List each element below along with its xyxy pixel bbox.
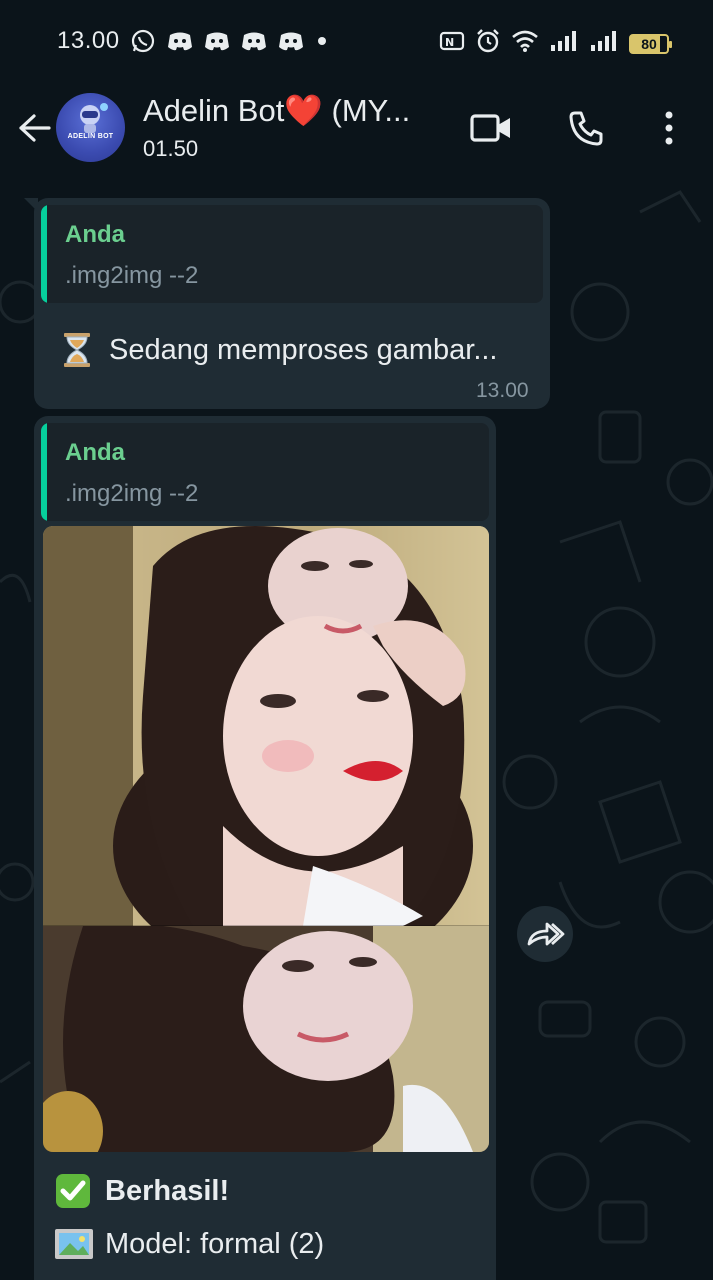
voice-call-button[interactable] [564,106,608,150]
message-text-line: Model: formal (2) [54,1225,324,1263]
svg-text:N: N [445,36,454,49]
system-icons: N 80 [439,28,672,59]
message-text: Sedang memproses gambar... [109,333,498,366]
image-top-panel [43,526,489,976]
signal-icon [589,30,619,57]
whatsapp-icon [130,28,156,59]
dot-icon [315,34,329,53]
message-text: Model: formal (2) [105,1227,325,1260]
voice-call-icon [569,111,603,146]
check-mark-icon [54,1172,92,1210]
message-text-line: Berhasil! [54,1172,229,1210]
bubble-tail [24,198,38,212]
more-options-button[interactable] [647,106,691,150]
quote-author: Anda [65,439,125,466]
message-text: Berhasil! [105,1174,230,1207]
forward-icon [527,922,565,946]
more-options-icon [665,111,673,145]
quote-accent-bar [41,423,47,521]
forward-button[interactable] [517,906,573,962]
battery-indicator: 80 [629,33,672,54]
video-call-button[interactable] [469,106,513,150]
notification-icons [130,28,329,59]
quote-author: Anda [65,221,125,248]
contact-name[interactable]: Adelin Bot❤️ (MY... [143,92,410,129]
nfc-icon: N [439,30,465,57]
contact-status: 01.50 [143,136,199,161]
discord-icon [278,30,304,57]
avatar[interactable]: ADELIN BOT [56,93,125,162]
quote-accent-bar [41,205,47,303]
discord-icon [241,30,267,57]
chat-area[interactable]: Anda .img2img --2 Sedang memproses gamba… [0,182,713,1280]
alarm-icon [475,28,501,59]
status-time: 13.00 [57,27,120,54]
quote-text: .img2img --2 [65,480,199,507]
message-bubble[interactable]: Anda .img2img --2 Sedang memproses gamba… [24,198,550,409]
image-bottom-panel [43,923,489,1152]
message-image[interactable] [43,526,489,1152]
quote-text: .img2img --2 [65,262,199,289]
framed-picture-icon [54,1225,93,1263]
status-bar: 13.00 N 80 [0,0,713,84]
avatar-label: ADELIN BOT [67,133,114,140]
back-arrow-icon [19,114,51,142]
message-time: 13.00 [476,379,529,402]
quoted-message[interactable]: Anda .img2img --2 [41,423,489,521]
message-bubble[interactable]: Anda .img2img --2 [34,416,496,1280]
message-text-line: Sedang memproses gambar... [58,331,497,369]
wifi-icon [511,29,539,58]
back-button[interactable] [14,108,54,148]
signal-icon [549,30,579,57]
video-call-icon [470,114,510,142]
hourglass-icon [58,331,96,369]
quoted-message[interactable]: Anda .img2img --2 [41,205,543,303]
discord-icon [167,30,193,57]
chat-header: ADELIN BOT Adelin Bot❤️ (MY... 01.50 [0,84,713,182]
discord-icon [204,30,230,57]
